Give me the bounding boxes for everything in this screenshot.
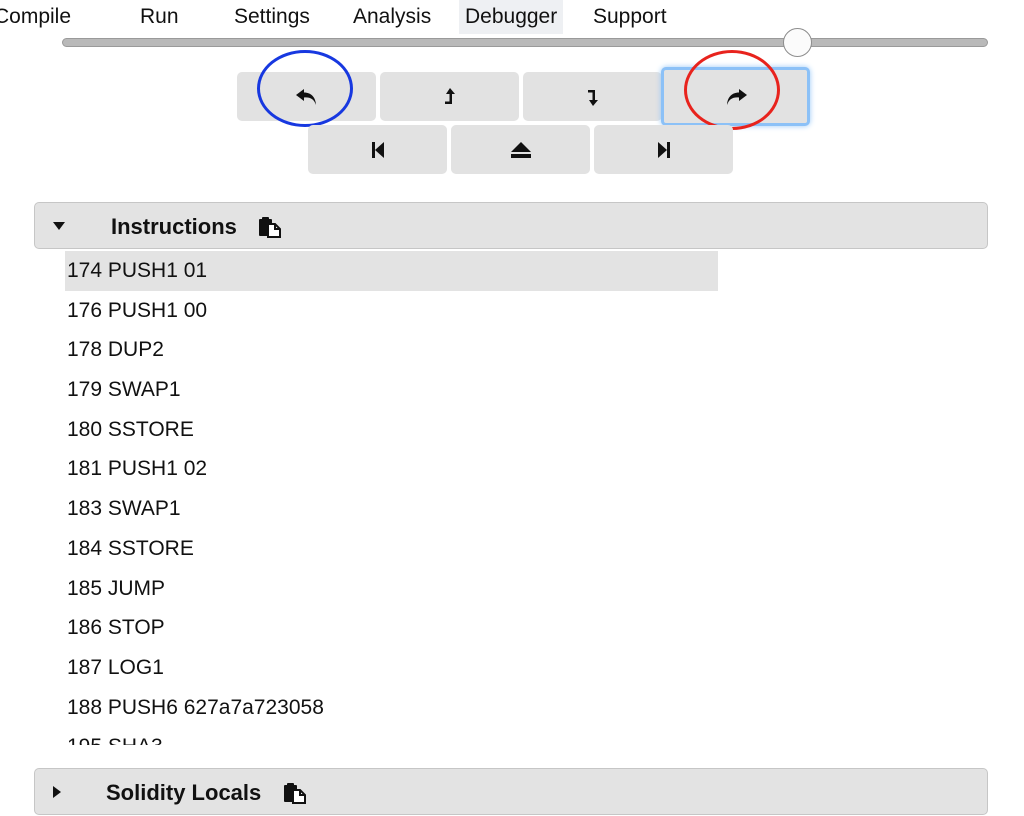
step-into-button[interactable] bbox=[523, 72, 662, 121]
clipboard-icon[interactable] bbox=[283, 782, 307, 809]
tab-run[interactable]: Run bbox=[140, 0, 179, 34]
instruction-item[interactable]: 187 LOG1 bbox=[65, 648, 718, 688]
tab-debugger[interactable]: Debugger bbox=[459, 0, 564, 34]
instruction-item[interactable]: 181 PUSH1 02 bbox=[65, 449, 718, 489]
stop-debugging-button[interactable] bbox=[451, 125, 590, 174]
step-out-button[interactable] bbox=[380, 72, 519, 121]
step-slider-track[interactable] bbox=[62, 38, 988, 47]
tab-analysis[interactable]: Analysis bbox=[353, 0, 431, 34]
tab-support[interactable]: Support bbox=[593, 0, 667, 34]
instruction-item[interactable]: 178 DUP2 bbox=[65, 330, 718, 370]
step-slider-thumb[interactable] bbox=[783, 28, 812, 57]
instruction-item[interactable]: 174 PUSH1 01 bbox=[65, 251, 718, 291]
caret-down-icon bbox=[52, 203, 66, 248]
solidity-locals-header[interactable]: Solidity Locals bbox=[34, 768, 988, 815]
instructions-title: Instructions bbox=[111, 214, 237, 239]
jump-prev-breakpoint-button[interactable] bbox=[308, 125, 447, 174]
instruction-item[interactable]: 180 SSTORE bbox=[65, 410, 718, 450]
instruction-item[interactable]: 176 PUSH1 00 bbox=[65, 291, 718, 331]
instruction-item[interactable]: 186 STOP bbox=[65, 608, 718, 648]
instructions-header[interactable]: Instructions bbox=[34, 202, 988, 249]
instructions-list[interactable]: 174 PUSH1 01 176 PUSH1 00 178 DUP2 179 S… bbox=[65, 251, 718, 745]
jump-prev-breakpoint-icon bbox=[371, 141, 385, 159]
tab-settings[interactable]: Settings bbox=[234, 0, 310, 34]
caret-right-icon bbox=[52, 769, 62, 814]
step-over-icon bbox=[724, 87, 748, 107]
jump-next-breakpoint-button[interactable] bbox=[594, 125, 733, 174]
solidity-locals-title: Solidity Locals bbox=[106, 780, 262, 805]
clipboard-icon[interactable] bbox=[258, 216, 282, 243]
instruction-item[interactable]: 184 SSTORE bbox=[65, 529, 718, 569]
step-over-button[interactable] bbox=[661, 67, 810, 126]
top-nav: Compile Run Settings Analysis Debugger S… bbox=[0, 0, 1024, 34]
instruction-item[interactable]: 185 JUMP bbox=[65, 569, 718, 609]
instruction-item[interactable]: 179 SWAP1 bbox=[65, 370, 718, 410]
step-out-icon bbox=[443, 87, 457, 107]
tab-compile[interactable]: Compile bbox=[0, 0, 71, 34]
instruction-item[interactable]: 188 PUSH6 627a7a723058 bbox=[65, 688, 718, 728]
eject-icon bbox=[510, 141, 532, 159]
step-into-icon bbox=[586, 87, 600, 107]
instruction-item[interactable]: 195 SHA3 bbox=[65, 727, 718, 745]
jump-next-breakpoint-icon bbox=[657, 141, 671, 159]
step-back-button[interactable] bbox=[237, 72, 376, 121]
instruction-item[interactable]: 183 SWAP1 bbox=[65, 489, 718, 529]
step-back-icon bbox=[295, 87, 319, 107]
